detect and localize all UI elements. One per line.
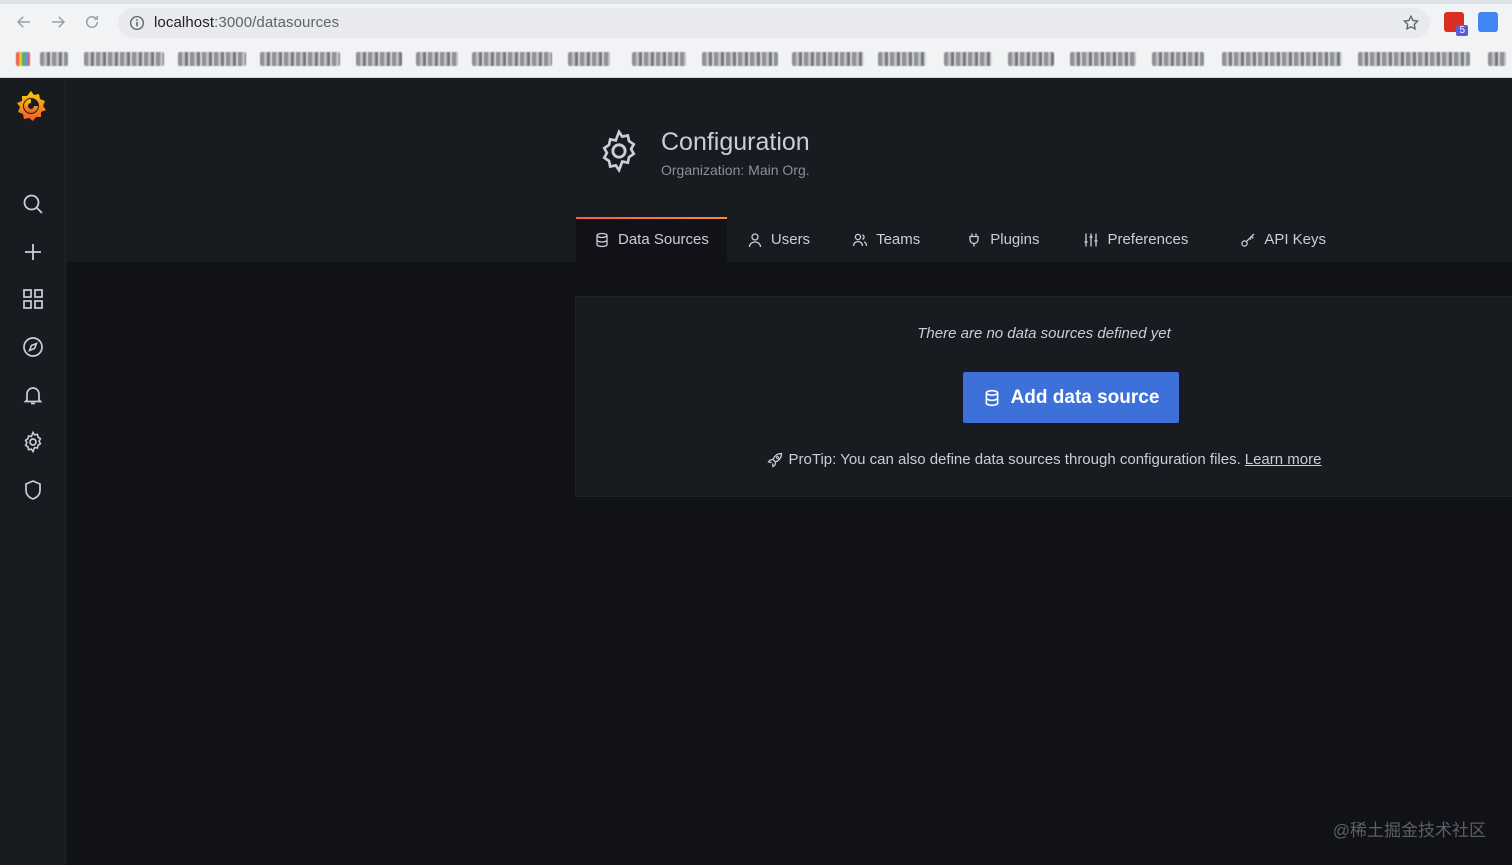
configuration-gear-icon <box>602 128 636 174</box>
browser-tab-strip <box>0 0 1512 4</box>
key-icon <box>1240 232 1256 248</box>
browser-toolbar: localhost:3000/datasources 5 <box>0 0 1512 78</box>
tab-label: API Keys <box>1264 231 1327 248</box>
empty-state-message: There are no data sources defined yet <box>917 325 1171 342</box>
extension-icon[interactable]: 5 <box>1444 12 1468 36</box>
bookmark-item[interactable] <box>178 52 246 66</box>
tab-label: Plugins <box>990 231 1040 248</box>
page-title: Configuration <box>661 128 810 156</box>
bookmark-item[interactable] <box>84 52 164 66</box>
bookmark-item[interactable] <box>568 52 610 66</box>
bookmark-item[interactable] <box>1152 52 1204 66</box>
extension-badge: 5 <box>1456 25 1468 36</box>
database-icon <box>594 232 610 248</box>
dashboards-icon[interactable] <box>21 287 45 311</box>
config-tabs: Data Sources Users Teams Plugins Prefere… <box>576 217 1344 262</box>
empty-state-panel: There are no data sources defined yet Ad… <box>575 296 1512 497</box>
bookmark-item[interactable] <box>260 52 340 66</box>
arrow-right-icon <box>52 16 66 28</box>
tab-plugins[interactable]: Plugins <box>948 217 1057 262</box>
users-icon <box>852 232 868 248</box>
page-header: Configuration Organization: Main Org. Da… <box>66 78 1512 262</box>
page-subtitle: Organization: Main Org. <box>661 162 810 178</box>
bookmark-item[interactable] <box>878 52 926 66</box>
bookmark-item[interactable] <box>1222 52 1342 66</box>
apps-icon[interactable] <box>16 52 30 66</box>
search-icon[interactable] <box>21 192 45 216</box>
learn-more-link[interactable]: Learn more <box>1245 451 1322 468</box>
add-data-source-button[interactable]: Add data source <box>963 372 1179 423</box>
url-host: localhost <box>154 14 215 31</box>
bookmark-item[interactable] <box>1488 52 1506 66</box>
bookmark-item[interactable] <box>356 52 402 66</box>
tab-preferences[interactable]: Preferences <box>1065 217 1206 262</box>
arrow-left-icon <box>16 16 30 28</box>
bookmark-item[interactable] <box>1358 52 1470 66</box>
url-path: :3000/datasources <box>214 14 340 31</box>
bookmark-item[interactable] <box>1070 52 1136 66</box>
sidebar <box>0 78 66 865</box>
protip: ProTip: You can also define data sources… <box>576 451 1512 468</box>
forward-button[interactable] <box>46 10 70 34</box>
tab-data-sources[interactable]: Data Sources <box>576 217 727 262</box>
plug-icon <box>966 232 982 248</box>
configuration-gear-icon[interactable] <box>21 430 45 454</box>
tab-label: Users <box>770 231 811 248</box>
bookmark-item[interactable] <box>416 52 458 66</box>
watermark: @稀土掘金技术社区 <box>1332 821 1486 840</box>
bookmark-item[interactable] <box>632 52 686 66</box>
user-icon <box>747 232 763 248</box>
address-bar[interactable]: localhost:3000/datasources <box>118 8 1430 38</box>
database-icon <box>983 389 1001 407</box>
bookmark-star-icon[interactable] <box>1402 14 1420 32</box>
translate-extension-icon[interactable] <box>1478 12 1498 32</box>
bookmark-item[interactable] <box>40 52 68 66</box>
tab-teams[interactable]: Teams <box>834 217 938 262</box>
info-icon[interactable] <box>128 14 146 32</box>
reload-button[interactable] <box>80 10 104 34</box>
bookmark-item[interactable] <box>472 52 552 66</box>
tab-label: Data Sources <box>618 231 709 248</box>
reload-icon <box>86 16 98 28</box>
server-admin-shield-icon[interactable] <box>21 478 45 502</box>
plus-icon[interactable] <box>21 240 45 264</box>
sliders-icon <box>1083 232 1099 248</box>
explore-compass-icon[interactable] <box>21 335 45 359</box>
rocket-icon <box>766 452 783 468</box>
protip-text: ProTip: You can also define data sources… <box>788 451 1241 468</box>
add-data-source-label: Add data source <box>1010 386 1160 408</box>
bookmark-item[interactable] <box>944 52 992 66</box>
alerting-bell-icon[interactable] <box>21 383 45 407</box>
tab-api-keys[interactable]: API Keys <box>1222 217 1344 262</box>
bookmarks-bar <box>0 44 1512 74</box>
back-button[interactable] <box>12 10 36 34</box>
tab-label: Preferences <box>1107 231 1189 248</box>
bookmark-item[interactable] <box>1008 52 1054 66</box>
tab-label: Teams <box>876 231 921 248</box>
bookmark-item[interactable] <box>792 52 864 66</box>
tab-users[interactable]: Users <box>729 217 828 262</box>
grafana-logo-icon[interactable] <box>13 88 49 124</box>
url-text[interactable]: localhost:3000/datasources <box>154 14 339 31</box>
bookmark-item[interactable] <box>702 52 778 66</box>
